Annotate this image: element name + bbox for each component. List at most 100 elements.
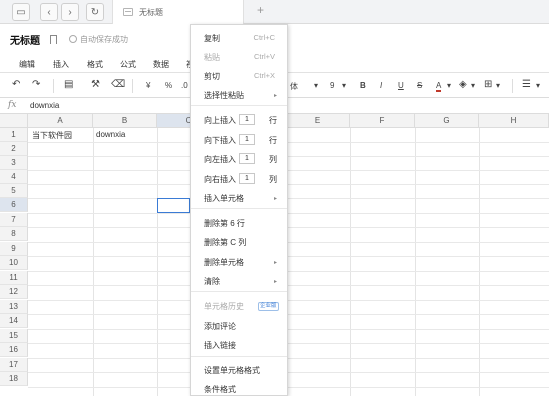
menu-formula[interactable]: 公式 [120,59,136,70]
menu-item-cut[interactable]: 剪切 [204,71,220,82]
menu-item-copy[interactable]: 复制 [204,33,220,44]
row-header-11[interactable]: 11 [0,271,28,285]
submenu-arrow-icon: ▸ [273,196,277,202]
italic-button[interactable]: I [380,81,382,90]
bookmark-icon[interactable] [50,34,57,44]
percent-button[interactable]: % [165,81,172,90]
menu-insert[interactable]: 插入 [53,59,69,70]
column-header-b[interactable]: B [93,114,157,128]
selected-cell-c6[interactable] [157,198,190,213]
top-bar: ▭ ‹ › ↻ 无标题 + [0,0,549,24]
fill-color-icon[interactable]: ◈ [459,79,467,90]
menu-item-delete-row[interactable]: 删除第 6 行 [204,218,245,229]
insert-down-count-input[interactable]: 1 [239,134,255,145]
border-icon[interactable]: ⊞ [484,79,492,90]
menu-item-insert-right[interactable]: 向右插入 [204,174,236,185]
decimal-button[interactable]: .0 [181,81,188,90]
sidebar-toggle-icon[interactable]: ▭ [12,3,30,21]
submenu-arrow-icon: ▸ [273,93,277,99]
border-arrow-icon[interactable]: ▾ [496,81,500,90]
row-header-9[interactable]: 9 [0,242,28,256]
column-header-h[interactable]: H [479,114,549,128]
row-gridline [28,256,549,257]
row-gridline [28,300,549,301]
font-size-arrow-icon[interactable]: ▾ [314,81,318,90]
insert-up-count-input[interactable]: 1 [239,114,255,125]
select-all-corner[interactable] [0,114,28,128]
row-header-13[interactable]: 13 [0,300,28,314]
redo-icon[interactable]: ↷ [32,79,40,90]
font-color-arrow-icon[interactable]: ▾ [447,81,451,90]
strikethrough-button[interactable]: S [417,81,422,90]
menu-item-insert-left[interactable]: 向左插入 [204,154,236,165]
row-header-14[interactable]: 14 [0,314,28,328]
bold-button[interactable]: B [360,81,366,90]
menu-edit[interactable]: 编辑 [19,59,35,70]
currency-button[interactable]: ¥ [146,81,150,90]
row-gridline [28,213,549,214]
menu-item-insert-link[interactable]: 插入链接 [204,340,236,351]
cell-a1[interactable]: 当下软件园 [32,130,72,141]
row-header-16[interactable]: 16 [0,343,28,357]
column-header-e[interactable]: E [286,114,350,128]
menu-item-delete-column[interactable]: 删除第 C 列 [204,237,246,248]
row-gridline [28,314,549,315]
row-gridline [28,358,549,359]
row-header-12[interactable]: 12 [0,285,28,299]
menu-item-delete-cell[interactable]: 删除单元格 [204,257,244,268]
row-header-3[interactable]: 3 [0,156,28,170]
column-header-a[interactable]: A [28,114,93,128]
column-header-g[interactable]: G [415,114,479,128]
menu-item-conditional-format[interactable]: 条件格式 [204,384,236,395]
submenu-arrow-icon: ▸ [273,260,277,266]
column-header-f[interactable]: F [350,114,415,128]
row-header-6[interactable]: 6 [0,198,28,212]
align-icon[interactable]: ☰ [522,79,531,90]
menu-item-paste-special[interactable]: 选择性粘贴 [204,90,244,101]
back-icon[interactable]: ‹ [40,3,58,21]
font-size-arrow-icon[interactable]: ▾ [342,81,346,90]
menu-item-insert-down[interactable]: 向下插入 [204,135,236,146]
menu-item-add-comment[interactable]: 添加评论 [204,321,236,332]
row-header-15[interactable]: 15 [0,329,28,343]
menu-item-format-cells[interactable]: 设置单元格格式 [204,365,260,376]
menu-item-paste[interactable]: 粘贴 [204,52,220,63]
menu-divider [191,291,287,292]
menu-item-clear[interactable]: 清除 [204,276,220,287]
underline-button[interactable]: U [398,81,404,90]
forward-icon[interactable]: › [61,3,79,21]
align-arrow-icon[interactable]: ▾ [536,81,540,90]
row-header-7[interactable]: 7 [0,213,28,227]
row-header-5[interactable]: 5 [0,184,28,198]
undo-icon[interactable]: ↶ [12,79,20,90]
menu-item-cell-history[interactable]: 单元格历史 [204,301,244,312]
row-header-18[interactable]: 18 [0,372,28,386]
context-menu: 复制 Ctrl+C 粘贴 Ctrl+V 剪切 Ctrl+X 选择性粘贴 ▸ 向上… [190,24,288,396]
insert-left-count-input[interactable]: 1 [239,153,255,164]
row-header-10[interactable]: 10 [0,256,28,270]
format-painter-icon[interactable]: ⚒ [91,79,100,90]
eraser-icon[interactable]: ⌫ [111,79,125,90]
document-tab[interactable]: 无标题 [112,0,244,24]
menu-item-insert-cell[interactable]: 插入单元格 [204,193,244,204]
menu-format[interactable]: 格式 [87,59,103,70]
row-header-17[interactable]: 17 [0,358,28,372]
insert-right-count-input[interactable]: 1 [239,173,255,184]
row-header-1[interactable]: 1 [0,128,28,142]
document-title[interactable]: 无标题 [10,32,40,47]
font-name-select[interactable]: 体 [290,81,298,92]
column-gridline [479,128,480,396]
new-tab-icon[interactable]: + [257,3,264,17]
cell-b1[interactable]: downxia [96,130,125,139]
font-size-select[interactable]: 9 [330,81,334,90]
fill-color-arrow-icon[interactable]: ▾ [471,81,475,90]
menu-data[interactable]: 数据 [153,59,169,70]
refresh-icon[interactable]: ↻ [86,3,104,21]
row-header-4[interactable]: 4 [0,170,28,184]
row-header-8[interactable]: 8 [0,227,28,241]
font-color-button[interactable]: A [436,81,442,92]
menu-item-insert-up[interactable]: 向上插入 [204,115,236,126]
clipboard-icon[interactable]: ▤ [64,79,73,90]
formula-input[interactable]: downxia [30,101,59,110]
row-header-2[interactable]: 2 [0,142,28,156]
